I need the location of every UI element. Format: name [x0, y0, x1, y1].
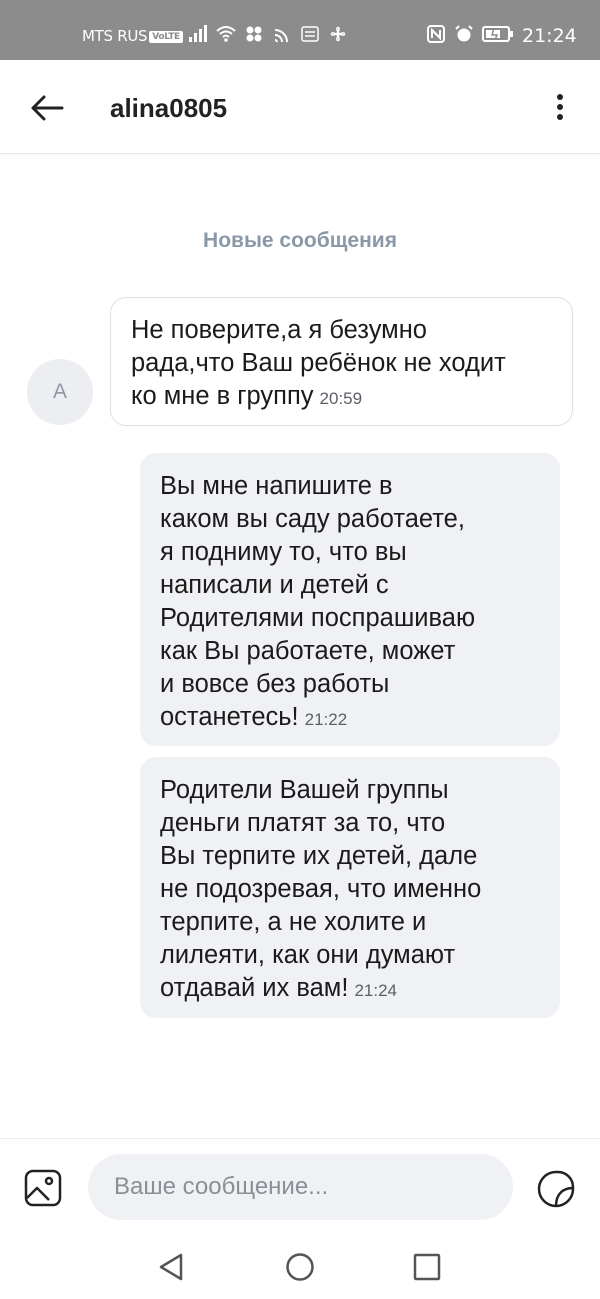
nav-back-icon[interactable] [154, 1250, 188, 1284]
message-time: 21:22 [304, 710, 348, 729]
avatar[interactable]: A [27, 359, 93, 425]
app-notification-icon [246, 26, 262, 42]
status-icons-left [188, 24, 348, 44]
message-line: не подозревая, что именно [160, 875, 482, 903]
message-line-last: останетесь! 21:22 [160, 701, 540, 736]
message-time: 20:59 [319, 389, 363, 408]
back-arrow-icon[interactable] [26, 88, 66, 128]
message-text: отдавай их вам! [160, 974, 349, 1002]
fan-icon [330, 26, 346, 42]
more-vertical-icon[interactable] [540, 88, 580, 128]
app-badge-icon [301, 26, 319, 42]
volte-badge: VoLTE [149, 31, 183, 43]
outgoing-message[interactable]: Родители Вашей группы деньги платят за т… [140, 757, 560, 1018]
message-line: Родители Вашей группы [160, 776, 449, 804]
message-line: Вы мне напишите в [160, 472, 393, 500]
message-line: Вы терпите их детей, дале [160, 842, 478, 870]
message-line: лилеяти, как они думают [160, 941, 456, 969]
nav-home-icon[interactable] [283, 1250, 317, 1284]
incoming-message[interactable]: Не поверите,а я безумно рада,что Ваш реб… [110, 297, 573, 426]
status-bar: MTS RUS VoLTE 21:24 [0, 0, 600, 60]
message-line: написали и детей с [160, 571, 389, 599]
message-line: деньги платят за то, что [160, 809, 446, 837]
message-line: терпите, а не холите и [160, 908, 427, 936]
message-text: ко мне в группу [131, 382, 314, 410]
wifi-icon [216, 26, 236, 42]
nfc-icon [427, 25, 445, 43]
chat-title[interactable]: alina0805 [110, 93, 227, 124]
signal-icon [189, 25, 207, 42]
message-text: останетесь! [160, 703, 299, 731]
status-icons-right [426, 24, 514, 44]
message-time: 21:24 [354, 981, 397, 1000]
message-composer [0, 1138, 600, 1237]
message-line: и вовсе без работы [160, 670, 390, 698]
clock: 21:24 [522, 25, 577, 47]
message-line: как Вы работаете, может [160, 637, 456, 665]
outgoing-message[interactable]: Вы мне напишите в каком вы саду работает… [140, 453, 560, 746]
chat-header: alina0805 [0, 60, 600, 154]
message-line-last: отдавай их вам! 21:24 [160, 972, 540, 1007]
message-line: я подниму то, что вы [160, 538, 407, 566]
battery-icon [482, 26, 513, 42]
sticker-icon[interactable] [534, 1167, 578, 1211]
alarm-icon [455, 25, 473, 42]
message-input[interactable] [88, 1154, 513, 1220]
system-nav-bar [0, 1236, 600, 1299]
new-messages-divider: Новые сообщения [203, 229, 397, 252]
message-line: рада,что Ваш ребёнок не ходит [131, 349, 506, 377]
message-line: Родителями поспрашиваю [160, 604, 476, 632]
message-line: Не поверите,а я безумно [131, 316, 427, 344]
image-icon[interactable] [22, 1167, 64, 1209]
nav-recents-icon[interactable] [410, 1250, 444, 1284]
message-line: каком вы саду работаете, [160, 505, 465, 533]
carrier-label: MTS RUS VoLTE [82, 27, 183, 45]
message-line-last: ко мне в группу 20:59 [131, 380, 554, 415]
carrier-name: MTS RUS [82, 27, 148, 45]
cast-icon [274, 29, 288, 43]
